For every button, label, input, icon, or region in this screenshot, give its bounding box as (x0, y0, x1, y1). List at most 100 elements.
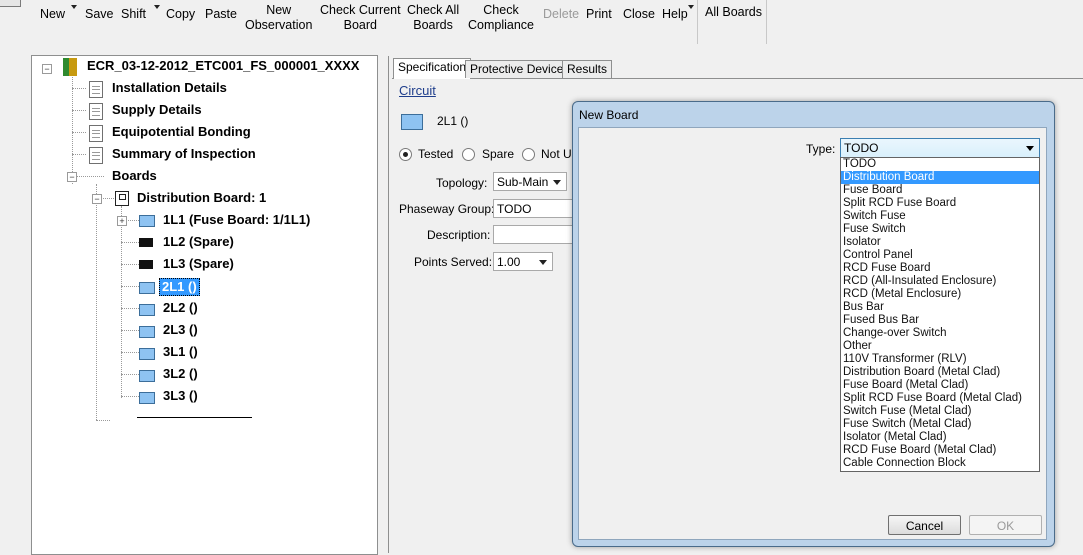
close-button[interactable]: Close (623, 7, 655, 22)
shift-button[interactable]: Shift (121, 7, 146, 22)
tree-item-circuit[interactable]: 2L2 () (163, 300, 198, 316)
help-dropdown-arrow-icon[interactable] (688, 5, 694, 9)
type-option[interactable]: Split RCD Fuse Board (Metal Clad) (841, 392, 1039, 405)
new-button[interactable]: New (40, 7, 65, 22)
tree-item-summary-of-inspection[interactable]: Summary of Inspection (112, 146, 256, 162)
tree-connector (121, 242, 139, 243)
tab-protective-device[interactable]: Protective Device (465, 60, 569, 78)
fuse-board-icon (139, 215, 155, 227)
type-option[interactable]: Fuse Switch (Metal Clad) (841, 418, 1039, 431)
type-option[interactable]: Cable Connection Block (841, 457, 1039, 470)
tree-connector (72, 154, 86, 155)
type-option[interactable]: Change-over Switch (841, 327, 1039, 340)
new-observation-button[interactable]: New Observation (245, 3, 312, 33)
type-option[interactable]: Switch Fuse (841, 210, 1039, 223)
tree-item-circuit[interactable]: 2L3 () (163, 322, 198, 338)
tree-item-circuit[interactable]: 3L3 () (163, 388, 198, 404)
type-option[interactable]: Control Panel (841, 249, 1039, 262)
tree-connector (121, 330, 139, 331)
type-option[interactable]: Fuse Board (841, 184, 1039, 197)
tree-item-circuit[interactable]: 1L2 (Spare) (163, 234, 234, 250)
tab-specification[interactable]: Specification (393, 58, 472, 79)
tree-item-circuit[interactable]: 1L1 (Fuse Board: 1/1L1) (163, 212, 310, 228)
help-button[interactable]: Help (662, 7, 688, 22)
circuit-icon (139, 392, 155, 404)
tested-radio[interactable] (399, 148, 412, 161)
dialog-title: New Board (579, 108, 639, 122)
tested-label: Tested (418, 147, 454, 161)
check-compliance-button[interactable]: Check Compliance (468, 3, 534, 33)
chevron-down-icon (553, 180, 561, 185)
points-served-select[interactable]: 1.00 (493, 252, 553, 271)
chevron-down-icon (1026, 146, 1034, 151)
tree-connector (121, 352, 139, 353)
type-option[interactable]: RCD Fuse Board (Metal Clad) (841, 444, 1039, 457)
document-icon (89, 81, 103, 98)
type-option[interactable]: Distribution Board (Metal Clad) (841, 366, 1039, 379)
circuit-icon (139, 304, 155, 316)
circuit-name: 2L1 () (437, 114, 469, 128)
tree-connector (121, 374, 139, 375)
delete-button[interactable]: Delete (543, 7, 579, 22)
spare-circuit-icon (139, 238, 153, 247)
type-option[interactable]: Other (841, 340, 1039, 353)
print-button[interactable]: Print (586, 7, 612, 22)
check-all-boards-button[interactable]: Check All Boards (407, 3, 459, 33)
type-option[interactable]: TODO (841, 158, 1039, 171)
document-icon (89, 103, 103, 120)
type-option[interactable]: Fuse Board (Metal Clad) (841, 379, 1039, 392)
type-option[interactable]: RCD (All-Insulated Enclosure) (841, 275, 1039, 288)
type-dropdown-list[interactable]: TODO Distribution Board Fuse Board Split RC… (840, 157, 1040, 472)
tree-item-installation-details[interactable]: Installation Details (112, 80, 227, 96)
type-option[interactable]: Bus Bar (841, 301, 1039, 314)
save-button[interactable]: Save (85, 7, 114, 22)
new-dropdown-arrow-icon[interactable] (71, 5, 77, 9)
tree-item-circuit-selected[interactable]: 2L1 () (159, 278, 200, 296)
shift-dropdown-arrow-icon[interactable] (154, 5, 160, 9)
document-icon (89, 147, 103, 164)
collapse-root-icon[interactable]: − (42, 64, 52, 74)
spare-label: Spare (482, 147, 515, 161)
collapse-board-icon[interactable]: − (92, 194, 102, 204)
expand-fuse-board-icon[interactable]: + (117, 216, 127, 226)
show-all-boards-button[interactable]: All Boards (705, 5, 762, 20)
type-option[interactable]: Switch Fuse (Metal Clad) (841, 405, 1039, 418)
type-option[interactable]: RCD Fuse Board (841, 262, 1039, 275)
type-option[interactable]: Fused Bus Bar (841, 314, 1039, 327)
tree-item-boards[interactable]: Boards (112, 168, 157, 184)
tree-item-circuit[interactable]: 1L3 (Spare) (163, 256, 234, 272)
type-option[interactable]: Split RCD Fuse Board (841, 197, 1039, 210)
tab-results[interactable]: Results (562, 60, 613, 78)
cancel-button[interactable]: Cancel (888, 515, 961, 535)
description-input[interactable] (493, 225, 583, 244)
tree-item-circuit[interactable]: 3L2 () (163, 366, 198, 382)
circuit-link[interactable]: Circuit (399, 83, 436, 98)
check-current-board-button[interactable]: Check Current Board (320, 3, 401, 33)
circuit-icon (139, 282, 155, 294)
type-option[interactable]: Isolator (Metal Clad) (841, 431, 1039, 444)
type-option[interactable]: Distribution Board (841, 171, 1039, 184)
tree-connector (72, 132, 86, 133)
document-icon (89, 125, 103, 142)
type-option[interactable]: Isolator (841, 236, 1039, 249)
not-used-radio[interactable] (522, 148, 535, 161)
ok-button[interactable]: OK (969, 515, 1042, 535)
topology-select[interactable]: Sub-Main (493, 172, 567, 191)
collapse-boards-icon[interactable]: − (67, 172, 77, 182)
tree-item-distribution-board[interactable]: Distribution Board: 1 (137, 190, 266, 206)
type-option[interactable]: RCD (Metal Enclosure) (841, 288, 1039, 301)
type-select[interactable]: TODO (840, 138, 1040, 158)
paste-button[interactable]: Paste (205, 7, 237, 22)
type-option[interactable]: 110V Transformer (RLV) (841, 353, 1039, 366)
tree-connector (72, 88, 86, 89)
spare-radio[interactable] (462, 148, 475, 161)
tree-item-supply-details[interactable]: Supply Details (112, 102, 202, 118)
copy-button[interactable]: Copy (166, 7, 195, 22)
tree-connector (96, 420, 110, 421)
tree-item-equipotential-bonding[interactable]: Equipotential Bonding (112, 124, 251, 140)
phaseway-select[interactable]: TODO (493, 199, 583, 218)
tree-item-circuit[interactable]: 3L1 () (163, 344, 198, 360)
tree-root[interactable]: ECR_03-12-2012_ETC001_FS_000001_XXXX (87, 58, 359, 74)
type-option[interactable]: Fuse Switch (841, 223, 1039, 236)
tree-connector (121, 308, 139, 309)
